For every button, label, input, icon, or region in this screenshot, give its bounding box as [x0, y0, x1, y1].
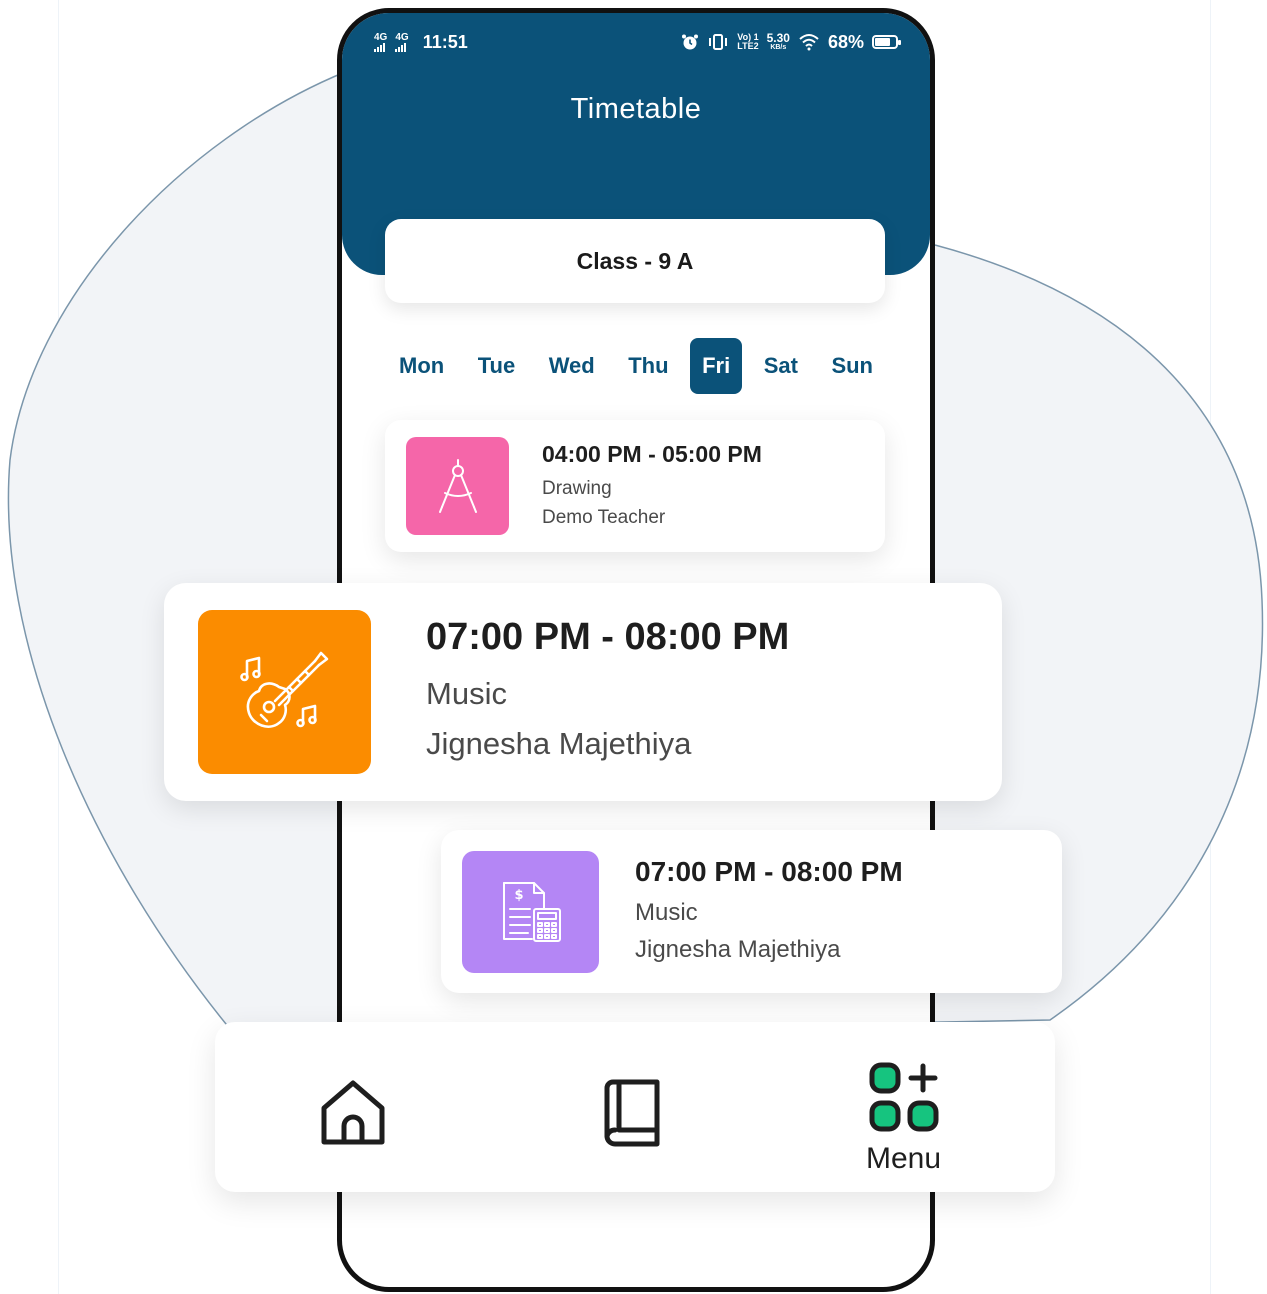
signal-1-icon: 4G: [374, 32, 387, 52]
network-speed: 5.30 KB/s: [766, 31, 790, 51]
nav-menu-label: Menu: [866, 1142, 942, 1175]
slot-icon-tile: $: [462, 850, 599, 973]
battery-percent: 68%: [827, 31, 864, 52]
wifi-icon: [799, 34, 819, 51]
slot-subject: Music: [635, 898, 698, 926]
slot-teacher: Jignesha Majethiya: [426, 725, 692, 761]
day-tabs: Mon Tue Wed Thu Fri Sat Sun: [387, 337, 885, 395]
slot-time: 07:00 PM - 08:00 PM: [635, 855, 903, 887]
slot-icon-tile: [406, 437, 509, 535]
slot-subject: Drawing: [542, 477, 612, 499]
timetable-slot-card[interactable]: 04:00 PM - 05:00 PM Drawing Demo Teacher: [385, 420, 885, 552]
nav-menu[interactable]: Menu: [866, 1062, 941, 1176]
slot-icon-tile: [198, 610, 371, 774]
tab-wed[interactable]: Wed: [537, 338, 607, 394]
signal-2-icon: 4G: [395, 32, 409, 52]
class-selector[interactable]: Class - 9 A: [385, 219, 885, 303]
page-title: Timetable: [570, 93, 702, 125]
battery-icon: [872, 35, 901, 49]
slot-teacher: Jignesha Majethiya: [635, 935, 841, 963]
tab-tue[interactable]: Tue: [466, 338, 527, 394]
slot-time: 04:00 PM - 05:00 PM: [542, 440, 762, 467]
timetable-slot-card[interactable]: $ 07:00 PM - 08:00 PM Music Jignesha Maj…: [441, 830, 1062, 993]
tab-sun[interactable]: Sun: [819, 338, 885, 394]
status-time: 11:51: [422, 31, 468, 52]
nav-home[interactable]: [318, 1078, 388, 1148]
volte-indicator: Vo) 1 LTE2: [737, 32, 759, 51]
vibrate-icon: [709, 34, 728, 50]
bottom-nav: Menu: [215, 1022, 1055, 1192]
tab-mon[interactable]: Mon: [387, 338, 456, 394]
compass-icon: [438, 459, 477, 513]
slot-subject: Music: [426, 675, 507, 711]
tab-thu[interactable]: Thu: [616, 338, 680, 394]
book-icon: [604, 1079, 660, 1147]
nav-book[interactable]: [603, 1078, 663, 1148]
home-icon: [321, 1080, 385, 1145]
tab-fri[interactable]: Fri: [690, 338, 743, 394]
guitar-icon: [239, 651, 328, 728]
tab-sat[interactable]: Sat: [752, 338, 810, 394]
timetable-slot-card-featured[interactable]: 07:00 PM - 08:00 PM Music Jignesha Majet…: [164, 583, 1002, 801]
svg-text:$: $: [514, 888, 523, 903]
invoice-calculator-icon: $: [502, 881, 561, 942]
alarm-icon: [682, 34, 699, 50]
menu-grid-plus-icon: [869, 1062, 939, 1132]
status-bar: 4G 4G 11:51 Vo) 1 LTE2 5.30 KB/s 68%: [374, 27, 901, 57]
slot-time: 07:00 PM - 08:00 PM: [426, 615, 790, 658]
slot-teacher: Demo Teacher: [542, 506, 666, 528]
class-selector-label: Class - 9 A: [576, 247, 694, 274]
